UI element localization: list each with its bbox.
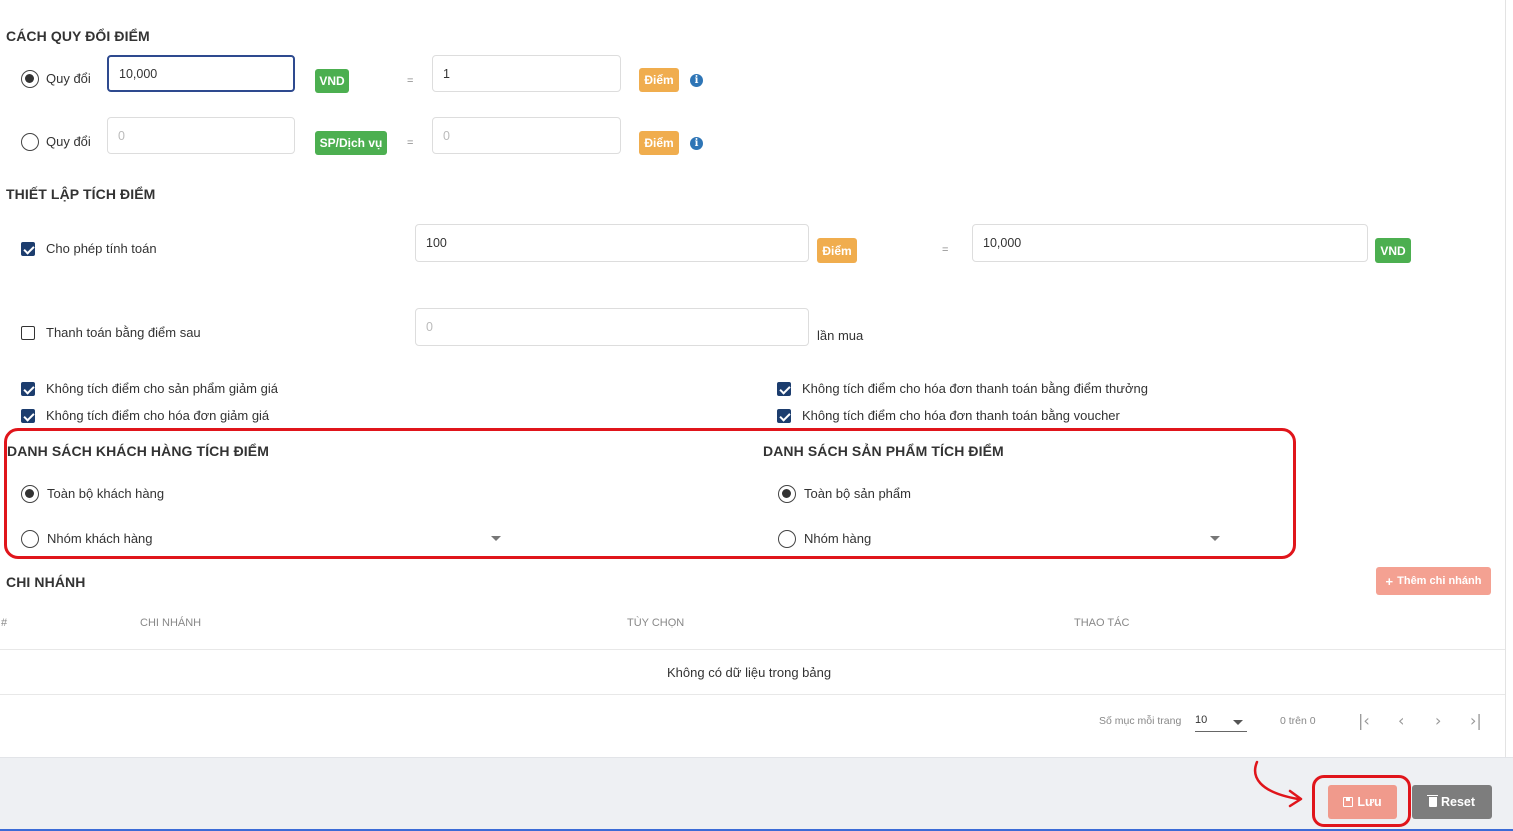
per-page-dropdown-icon bbox=[1233, 720, 1243, 725]
points-unit-badge: Điểm bbox=[817, 238, 857, 263]
option-label: Không tích điểm cho hóa đơn thanh toán b… bbox=[802, 408, 1120, 423]
customers-group-dropdown-icon[interactable] bbox=[491, 536, 501, 541]
equals-sign: = bbox=[942, 244, 949, 256]
accumulate-title: THIẾT LẬP TÍCH ĐIỂM bbox=[6, 186, 156, 202]
add-branch-button[interactable]: + Thêm chi nhánh bbox=[1376, 567, 1491, 595]
products-group-radio[interactable] bbox=[778, 530, 796, 548]
conversion-product-amount-input[interactable]: 0 bbox=[107, 117, 295, 154]
option-label: Không tích điểm cho hóa đơn giảm giá bbox=[46, 408, 270, 423]
previous-page-icon[interactable]: ‹ bbox=[1398, 711, 1404, 730]
info-icon[interactable]: i bbox=[690, 74, 703, 87]
product-unit-badge: SP/Dịch vụ bbox=[315, 131, 387, 155]
save-label: Lưu bbox=[1357, 795, 1382, 809]
allow-calc-points-value: 100 bbox=[426, 236, 447, 250]
column-header[interactable]: CHI NHÁNH bbox=[140, 617, 201, 629]
conversion-product-label: Quy đổi bbox=[46, 134, 91, 149]
arrow-annotation-icon bbox=[1253, 760, 1303, 808]
customers-group-label: Nhóm khách hàng bbox=[47, 531, 153, 546]
column-header: # bbox=[1, 617, 8, 629]
conversion-product-points-input[interactable]: 0 bbox=[432, 117, 621, 154]
per-page-label: Số mục mỗi trang bbox=[1099, 715, 1182, 727]
pay-after-value: 0 bbox=[426, 320, 433, 334]
table-divider bbox=[0, 649, 1505, 650]
pay-after-label: Thanh toán bằng điểm sau bbox=[46, 325, 201, 340]
last-page-icon[interactable]: ›| bbox=[1470, 711, 1482, 730]
add-branch-label: Thêm chi nhánh bbox=[1397, 575, 1482, 587]
conversion-product-amount-value: 0 bbox=[118, 128, 125, 143]
info-icon[interactable]: i bbox=[690, 137, 703, 150]
save-button[interactable]: Lưu bbox=[1328, 785, 1397, 819]
customers-title: DANH SÁCH KHÁCH HÀNG TÍCH ĐIỂM bbox=[7, 443, 269, 459]
allow-calc-vnd-value: 10,000 bbox=[983, 236, 1022, 250]
conversion-vnd-points-input[interactable]: 1 bbox=[432, 55, 621, 92]
conversion-vnd-radio[interactable] bbox=[21, 70, 39, 88]
option-label: Không tích điểm cho sản phẩm giảm giá bbox=[46, 381, 278, 396]
conversion-vnd-points-value: 1 bbox=[443, 66, 450, 81]
save-icon bbox=[1343, 797, 1354, 807]
conversion-product-radio[interactable] bbox=[21, 133, 39, 151]
customers-all-label: Toàn bộ khách hàng bbox=[47, 486, 165, 501]
reset-label: Reset bbox=[1440, 795, 1476, 809]
table-divider bbox=[0, 694, 1505, 695]
products-title: DANH SÁCH SẢN PHẨM TÍCH ĐIỂM bbox=[763, 443, 1004, 459]
plus-icon: + bbox=[1385, 573, 1394, 589]
next-page-icon[interactable]: › bbox=[1435, 711, 1441, 730]
products-group-label: Nhóm hàng bbox=[804, 531, 872, 546]
equals-sign: = bbox=[407, 75, 414, 87]
branches-title: CHI NHÁNH bbox=[6, 574, 86, 590]
points-unit-badge: Điểm bbox=[639, 131, 679, 155]
equals-sign: = bbox=[407, 137, 414, 149]
per-page-select[interactable]: 10 bbox=[1195, 711, 1247, 732]
conversion-title: CÁCH QUY ĐỔI ĐIỂM bbox=[6, 28, 150, 44]
column-header[interactable]: TÙY CHỌN bbox=[627, 617, 684, 629]
pay-after-input[interactable]: 0 bbox=[415, 308, 809, 346]
first-page-icon[interactable]: |‹ bbox=[1358, 711, 1370, 730]
page-range-text: 0 trên 0 bbox=[1280, 715, 1316, 727]
column-header: THAO TÁC bbox=[1074, 617, 1130, 629]
customers-group-radio[interactable] bbox=[21, 530, 39, 548]
pay-after-suffix: lần mua bbox=[817, 328, 864, 343]
option-checkbox[interactable] bbox=[777, 382, 791, 396]
conversion-vnd-amount-input[interactable]: 10,000 bbox=[107, 55, 295, 92]
vnd-unit-badge: VND bbox=[1375, 238, 1411, 263]
conversion-vnd-label: Quy đổi bbox=[46, 71, 91, 86]
allow-calc-checkbox[interactable] bbox=[21, 242, 35, 256]
option-checkbox[interactable] bbox=[777, 409, 791, 423]
vnd-unit-badge: VND bbox=[315, 69, 349, 93]
allow-calc-points-input[interactable]: 100 bbox=[415, 224, 809, 262]
allow-calc-vnd-input[interactable]: 10,000 bbox=[972, 224, 1368, 262]
allow-calc-label: Cho phép tính toán bbox=[46, 241, 157, 256]
points-unit-badge: Điểm bbox=[639, 68, 679, 92]
option-label: Không tích điểm cho hóa đơn thanh toán b… bbox=[802, 381, 1148, 396]
empty-table-text: Không có dữ liệu trong bảng bbox=[667, 665, 832, 680]
reset-button[interactable]: Reset bbox=[1412, 785, 1492, 819]
option-checkbox[interactable] bbox=[21, 382, 35, 396]
per-page-value: 10 bbox=[1195, 714, 1208, 726]
customers-all-radio[interactable] bbox=[21, 485, 39, 503]
products-all-radio[interactable] bbox=[778, 485, 796, 503]
option-checkbox[interactable] bbox=[21, 409, 35, 423]
conversion-product-points-value: 0 bbox=[443, 128, 450, 143]
conversion-vnd-amount-value: 10,000 bbox=[119, 66, 158, 81]
products-all-label: Toàn bộ sản phẩm bbox=[804, 486, 911, 501]
pay-after-checkbox[interactable] bbox=[21, 326, 35, 340]
products-group-dropdown-icon[interactable] bbox=[1210, 536, 1220, 541]
trash-icon bbox=[1427, 794, 1439, 807]
panel-right-border bbox=[1505, 0, 1506, 757]
